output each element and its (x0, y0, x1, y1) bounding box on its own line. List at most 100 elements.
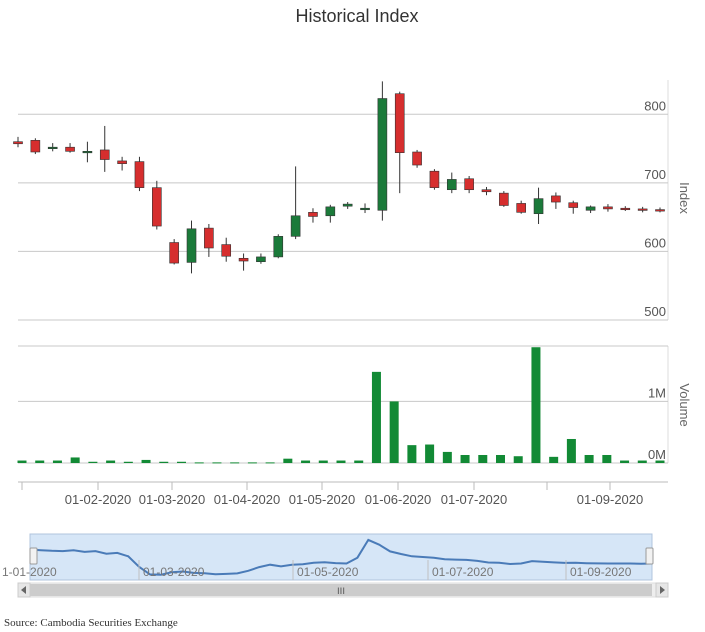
x-tick-label: 01-07-2020 (441, 492, 508, 507)
candle-body (30, 140, 41, 153)
price-tick-label: 700 (644, 167, 666, 182)
volume-axis-ticks: 0M 1M (648, 385, 666, 462)
x-tick-label: 01-02-2020 (65, 492, 132, 507)
volume-bar (265, 462, 275, 464)
x-tick-label: 01-04-2020 (214, 492, 281, 507)
candle-body (568, 202, 579, 208)
volume-bar (318, 460, 328, 463)
volume-bar (230, 462, 240, 464)
volume-bar (478, 454, 488, 463)
x-tick-label: 01-06-2020 (365, 492, 432, 507)
navigator-tick-label: 01-05-2020 (297, 565, 359, 579)
candle-body (620, 207, 631, 211)
candle-body (394, 93, 405, 153)
volume-bar (407, 445, 417, 463)
volume-bar (496, 454, 505, 463)
navigator-right-handle[interactable] (645, 547, 654, 565)
candle-body (13, 141, 23, 145)
volume-bar (460, 454, 470, 463)
candle-body (429, 170, 440, 188)
navigator-left-handle[interactable] (29, 547, 38, 565)
candle-body (516, 203, 526, 213)
navigator-tick-label: 01-09-2020 (570, 565, 632, 579)
volume-bar (283, 458, 293, 463)
volume-bar (141, 459, 151, 463)
candle-body (65, 146, 75, 152)
candle-body (342, 203, 353, 207)
volume-bar (566, 438, 576, 463)
candle-body (82, 151, 93, 154)
volume-bar (389, 401, 399, 463)
volume-bar (212, 462, 222, 464)
volume-bar (194, 462, 204, 464)
volume-bar (513, 456, 523, 463)
volume-bar (88, 461, 98, 463)
volume-bar (17, 460, 27, 463)
candle-body (603, 206, 613, 210)
price-gridlines (18, 80, 669, 321)
candle-body (290, 215, 301, 237)
volume-bar (584, 454, 594, 463)
candle-body (412, 151, 422, 166)
candle-body (446, 179, 457, 191)
historical-index-chart: Historical Index 500 600 700 800 Index 0M 1M… (0, 6, 692, 598)
navigator-tick-label: 1-01-2020 (2, 565, 57, 579)
volume-bar (177, 461, 186, 463)
volume-bar (35, 460, 45, 463)
candle-body (256, 256, 266, 263)
volume-bar (106, 460, 116, 463)
volume-axis-title: Volume (677, 383, 692, 426)
x-tick-label: 01-03-2020 (139, 492, 206, 507)
scrollbar-grip-icon: III (337, 587, 345, 597)
candle-body (585, 206, 596, 211)
price-tick-label: 500 (644, 304, 666, 319)
volume-bar (637, 460, 647, 463)
candle-body (238, 257, 249, 262)
x-axis: 01-02-2020 01-03-2020 01-04-2020 01-05-2020… (18, 481, 668, 507)
volume-bar (159, 461, 169, 463)
candle-body (308, 212, 318, 217)
volume-bar (549, 456, 559, 463)
candle-body (533, 198, 544, 215)
volume-bar (52, 460, 62, 463)
candle-body (377, 98, 388, 211)
source-note: Source: Cambodia Securities Exchange (4, 617, 178, 629)
candle-body (134, 161, 145, 188)
x-tick-label: 01-09-2020 (577, 492, 644, 507)
navigator-tick-label: 01-03-2020 (143, 565, 205, 579)
volume-bar (354, 460, 364, 463)
volume-bar (336, 460, 346, 463)
candle-body (655, 209, 665, 212)
volume-bar (655, 460, 665, 463)
volume-bar (425, 444, 435, 463)
navigator[interactable]: 1-01-2020 01-03-2020 01-05-2020 01-07-2020 0… (0, 533, 669, 598)
candle-body (204, 227, 214, 249)
candle-body (499, 192, 509, 206)
x-tick-label: 01-05-2020 (289, 492, 356, 507)
volume-bar (247, 462, 257, 464)
volume-bar (602, 454, 612, 463)
price-axis-ticks: 500 600 700 800 (644, 98, 666, 319)
price-panel: 500 600 700 800 Index (13, 80, 692, 321)
candle-body (221, 244, 232, 257)
price-tick-label: 800 (644, 98, 666, 113)
price-axis-title: Index (677, 182, 692, 214)
volume-tick-label: 0M (648, 447, 666, 462)
candle-body (360, 207, 370, 211)
volume-bar (620, 460, 630, 463)
x-axis-ticks: 01-02-2020 01-03-2020 01-04-2020 01-05-2020… (21, 482, 644, 507)
candle-body (117, 160, 127, 164)
volume-bar (301, 460, 311, 463)
volume-bar (123, 461, 133, 463)
candlestick-series (13, 81, 665, 274)
candle-body (464, 178, 474, 191)
candle-body (637, 208, 648, 211)
candle-body (325, 206, 336, 217)
volume-bar (371, 371, 381, 463)
volume-tick-label: 1M (648, 385, 666, 400)
price-tick-label: 600 (644, 235, 666, 250)
candle-body (186, 228, 197, 263)
candle-body (169, 242, 179, 264)
volume-bar (442, 451, 452, 463)
candle-body (152, 187, 162, 227)
